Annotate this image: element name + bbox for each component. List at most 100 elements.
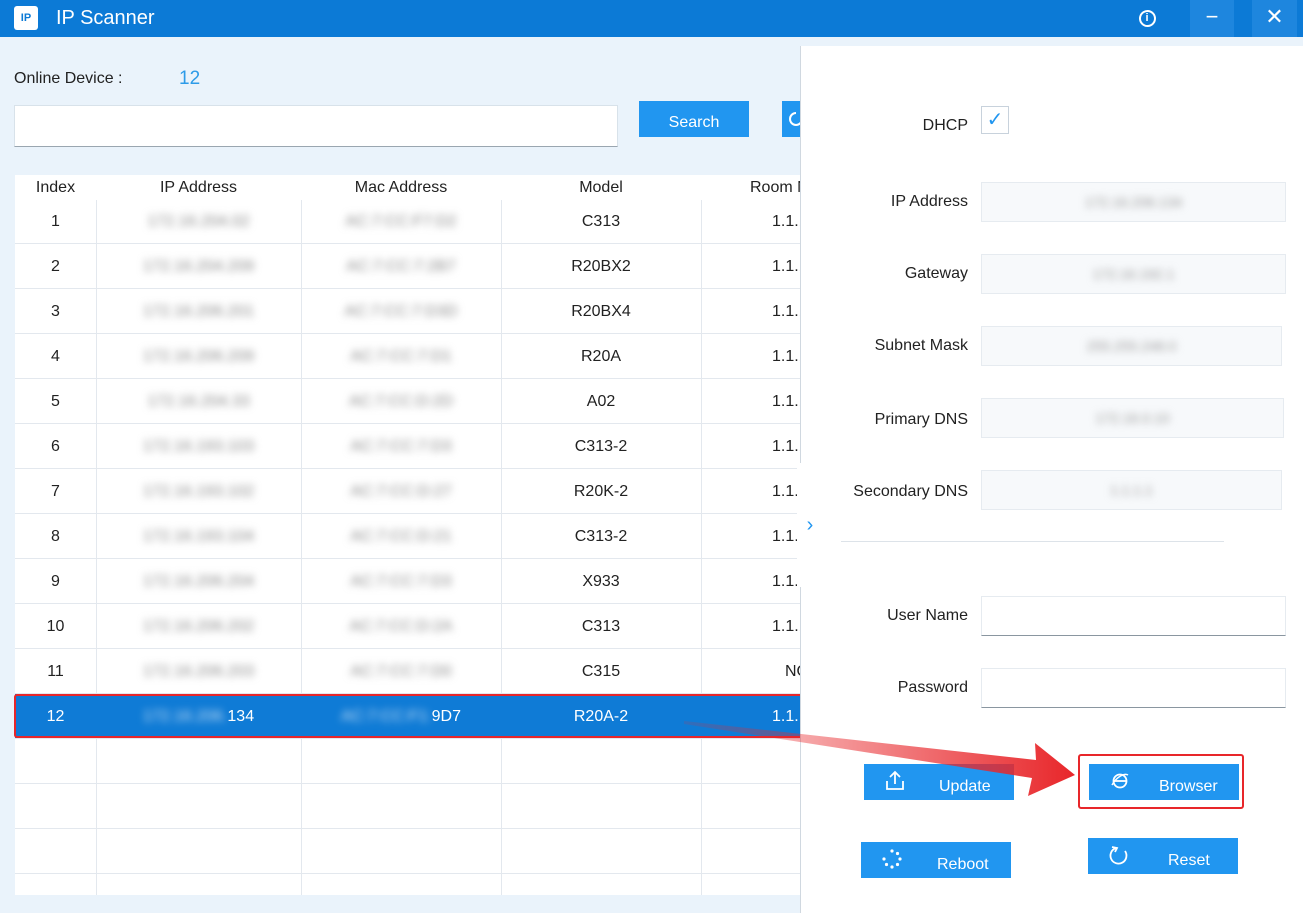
- cell-mac: AC:7:CC:D:27: [350, 483, 452, 500]
- table-header: Index IP Address Mac Address Model Room …: [15, 175, 805, 200]
- subnet-mask-field[interactable]: 255.255.248.0: [981, 326, 1282, 366]
- cell-mac: AC:7:CC:F7:D2: [345, 213, 457, 230]
- secondary-dns-label: Secondary DNS: [853, 483, 968, 500]
- chevron-right-icon: ›: [806, 514, 814, 536]
- cell-ip: 172.16.204.209: [142, 258, 255, 275]
- cell-index: 10: [46, 618, 65, 635]
- info-icon: i: [1138, 9, 1156, 27]
- title-bar: IP IP Scanner i − ✕: [0, 0, 1303, 37]
- table-row[interactable]: 5 172.16.204.33 AC:7:CC:D:2D A02 1.1.1: [15, 379, 805, 424]
- update-label: Update: [939, 778, 991, 795]
- cell-mac: AC:7:CC:7:2B7: [346, 258, 456, 275]
- cell-index: 2: [51, 258, 60, 275]
- device-table: Index IP Address Mac Address Model Room …: [15, 175, 805, 895]
- gateway-value: 172.16.192.1: [1092, 266, 1175, 282]
- cell-mac: AC:7:CC:7:D3D: [344, 303, 458, 320]
- cell-model: C313: [581, 213, 621, 230]
- user-name-field[interactable]: [981, 596, 1286, 636]
- cell-model: C315: [581, 663, 621, 680]
- primary-dns-field[interactable]: 172.16.0.10: [981, 398, 1284, 438]
- cell-model: C313: [581, 618, 621, 635]
- cell-model: X933: [582, 573, 620, 590]
- cell-model: R20BX4: [571, 303, 631, 320]
- app-logo: IP: [14, 6, 38, 30]
- cell-ip: 172.16.204.33: [147, 393, 250, 410]
- subnet-mask-label: Subnet Mask: [874, 337, 968, 354]
- table-row[interactable]: 11 172.16.206.203 AC:7:CC:7:D0 C315 NO: [15, 649, 805, 694]
- table-row[interactable]: 10 172.16.206.202 AC:7:CC:D:2A C313 1.1.…: [15, 604, 805, 649]
- gateway-label: Gateway: [904, 265, 968, 282]
- header-ip-address[interactable]: IP Address: [96, 175, 301, 200]
- collapse-panel-toggle[interactable]: ›: [797, 463, 823, 587]
- reboot-label: Reboot: [937, 856, 989, 873]
- cell-index: 8: [51, 528, 60, 545]
- minimize-button[interactable]: −: [1190, 0, 1234, 37]
- reset-button[interactable]: Reset: [1088, 838, 1238, 874]
- table-row-empty: [15, 784, 805, 829]
- secondary-dns-field[interactable]: 1.1.1.1: [981, 470, 1282, 510]
- cell-model: R20BX2: [571, 258, 631, 275]
- update-button[interactable]: Update: [864, 764, 1014, 800]
- table-row-empty: [15, 739, 805, 784]
- table-row[interactable]: 1 172.16.204.02 AC:7:CC:F7:D2 C313 1.1.1: [15, 199, 805, 244]
- header-room-number[interactable]: Room N: [750, 175, 805, 200]
- info-button[interactable]: i: [1132, 0, 1162, 37]
- cell-index: 9: [51, 573, 60, 590]
- minimize-icon: −: [1205, 4, 1219, 29]
- dhcp-checkbox[interactable]: ✓: [981, 106, 1009, 134]
- header-mac-address[interactable]: Mac Address: [301, 175, 501, 200]
- user-name-label: User Name: [887, 607, 968, 624]
- reboot-button[interactable]: Reboot: [861, 842, 1011, 878]
- cell-ip: 172.16.206.203: [142, 663, 255, 680]
- window-title: IP Scanner: [56, 7, 155, 29]
- cell-ip: 172.16.193.103: [142, 438, 255, 455]
- upload-icon: [886, 770, 904, 790]
- table-row[interactable]: 8 172.16.193.104 AC:7:CC:D:21 C313-2 1.1…: [15, 514, 805, 559]
- cell-mac: AC:7:CC:7:D0: [350, 663, 452, 680]
- search-button[interactable]: Search: [639, 101, 749, 137]
- header-model[interactable]: Model: [501, 175, 701, 200]
- divider: [841, 541, 1224, 542]
- cell-index: 6: [51, 438, 60, 455]
- browser-button-highlight: [1078, 754, 1244, 809]
- cell-ip: 172.16.206.201: [142, 303, 255, 320]
- primary-dns-label: Primary DNS: [874, 411, 968, 428]
- table-row[interactable]: 6 172.16.193.103 AC:7:CC:7:D3 C313-2 1.1…: [15, 424, 805, 469]
- subnet-mask-value: 255.255.248.0: [1086, 338, 1177, 354]
- cell-index: 3: [51, 303, 60, 320]
- cell-ip: 172.16.193.104: [142, 528, 255, 545]
- online-device-label: Online Device :: [14, 70, 123, 87]
- cell-index: 11: [47, 663, 64, 680]
- table-row[interactable]: 4 172.16.206.209 AC:7:CC:7:D1 R20A 1.1.1: [15, 334, 805, 379]
- reboot-icon: [882, 849, 902, 869]
- cell-ip: 172.16.206.209: [142, 348, 255, 365]
- cell-ip: 172.16.193.102: [142, 483, 255, 500]
- primary-dns-value: 172.16.0.10: [1095, 410, 1170, 426]
- cell-ip: 172.16.206.204: [142, 573, 255, 590]
- table-row-empty: [15, 829, 805, 874]
- cell-model: C313-2: [574, 528, 628, 545]
- password-field[interactable]: [981, 668, 1286, 708]
- cell-model: R20K-2: [573, 483, 629, 500]
- search-input[interactable]: [14, 105, 618, 147]
- cell-mac: AC:7:CC:D:2D: [348, 393, 454, 410]
- close-button[interactable]: ✕: [1252, 0, 1297, 37]
- table-row[interactable]: 9 172.16.206.204 AC:7:CC:7:D3 X933 1.1.1: [15, 559, 805, 604]
- ip-address-field[interactable]: 172.16.206.134: [981, 182, 1286, 222]
- table-row[interactable]: 3 172.16.206.201 AC:7:CC:7:D3D R20BX4 1.…: [15, 289, 805, 334]
- password-label: Password: [897, 679, 968, 696]
- ip-address-value: 172.16.206.134: [1084, 194, 1183, 210]
- dhcp-label: DHCP: [922, 117, 968, 134]
- cell-index: 7: [51, 483, 60, 500]
- close-icon: ✕: [1265, 4, 1284, 29]
- header-index[interactable]: Index: [15, 175, 96, 200]
- cell-mac: AC:7:CC:D:21: [350, 528, 452, 545]
- cell-model: C313-2: [574, 438, 628, 455]
- cell-mac: AC:7:CC:7:D3: [350, 438, 452, 455]
- reset-label: Reset: [1168, 852, 1210, 869]
- table-row[interactable]: 2 172.16.204.209 AC:7:CC:7:2B7 R20BX2 1.…: [15, 244, 805, 289]
- gateway-field[interactable]: 172.16.192.1: [981, 254, 1286, 294]
- cell-model: R20A: [580, 348, 622, 365]
- cell-mac: AC:7:CC:7:D1: [350, 348, 452, 365]
- table-row[interactable]: 7 172.16.193.102 AC:7:CC:D:27 R20K-2 1.1…: [15, 469, 805, 514]
